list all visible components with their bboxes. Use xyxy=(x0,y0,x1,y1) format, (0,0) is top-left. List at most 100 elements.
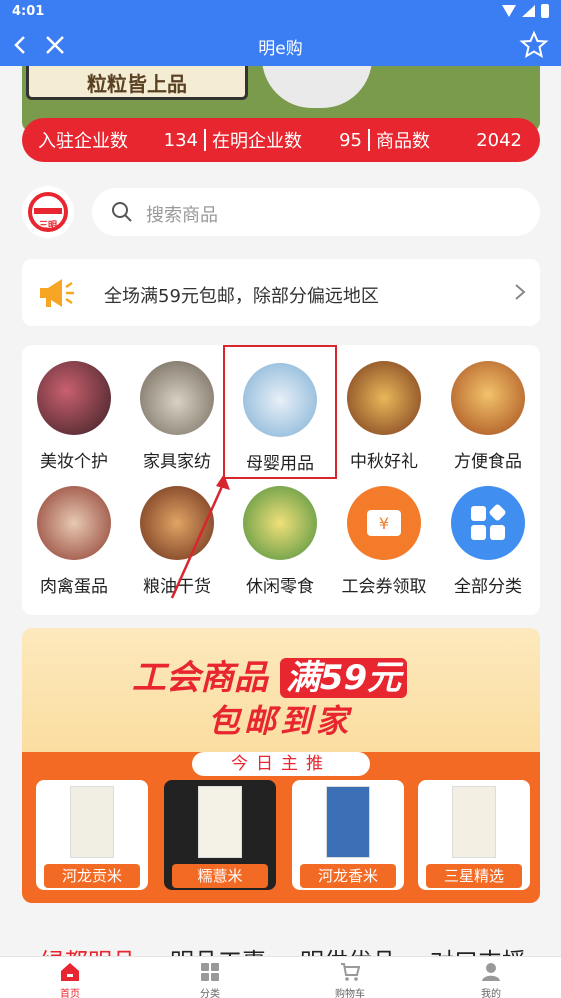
page-title: 明e购 xyxy=(258,39,303,59)
section-tab[interactable]: 明供优品 xyxy=(300,942,396,956)
status-icons xyxy=(502,4,549,18)
nav-category[interactable]: 分类 xyxy=(140,957,280,998)
nav-label: 购物车 xyxy=(335,989,365,998)
product-card[interactable]: 三星精选 xyxy=(418,780,530,890)
product-image xyxy=(452,786,496,858)
divider xyxy=(368,129,370,151)
category-image xyxy=(451,486,525,560)
bottom-nav: 首页 分类 购物车 我的 xyxy=(0,956,561,998)
battery-icon xyxy=(541,4,549,18)
category-beauty[interactable]: 美妆个护 xyxy=(22,345,126,472)
promo-banner[interactable]: 工会商品 满59元 包邮到家 今日主推 河龙贡米 糯薏米 河龙香米 三星精选 xyxy=(22,628,540,903)
search-placeholder: 搜索商品 xyxy=(146,205,218,226)
stat-local-enterprises: 在明企业数 95 xyxy=(212,127,362,153)
category-label: 美妆个护 xyxy=(40,452,108,472)
product-tag: 河龙香米 xyxy=(300,864,396,888)
grid-icon xyxy=(201,963,219,981)
nav-label: 首页 xyxy=(60,989,80,998)
stat-label: 入驻企业数 xyxy=(38,131,128,152)
category-all[interactable]: 全部分类 xyxy=(436,470,540,597)
coupon-icon: ¥ xyxy=(367,510,401,536)
stat-value: 134 xyxy=(163,129,198,151)
chevron-right-icon xyxy=(515,284,526,300)
home-icon xyxy=(61,963,79,981)
search-icon xyxy=(112,202,132,222)
nav-label: 分类 xyxy=(200,989,220,998)
category-label: 中秋好礼 xyxy=(350,452,418,472)
stat-products: 商品数 2042 xyxy=(376,127,524,153)
title-bar: 明e购 xyxy=(0,24,561,66)
nav-cart[interactable]: 购物车 xyxy=(280,957,420,998)
status-bar: 4:01 xyxy=(0,0,561,24)
stat-value: 95 xyxy=(339,129,362,151)
logo-bar xyxy=(34,208,62,214)
signal-icon xyxy=(522,5,535,17)
notice-bar[interactable]: 全场满59元包邮，除部分偏远地区 xyxy=(22,259,540,326)
promo-headline: 工会商品 满59元 xyxy=(132,650,408,699)
brand-logo[interactable]: 三明 xyxy=(22,186,74,238)
category-meat-eggs[interactable]: 肉禽蛋品 xyxy=(22,470,126,597)
nav-label: 我的 xyxy=(481,989,501,998)
banner-slogan: 粒粒皆上品 xyxy=(26,66,248,100)
stat-label: 商品数 xyxy=(376,131,430,152)
megaphone-icon xyxy=(40,279,74,307)
promo-today-label: 今日主推 xyxy=(192,752,370,776)
category-grain-oil[interactable]: 粮油干货 xyxy=(125,470,229,597)
stat-value: 2042 xyxy=(476,129,522,151)
user-icon xyxy=(482,963,500,981)
category-instant-food[interactable]: 方便食品 xyxy=(436,345,540,472)
notice-text: 全场满59元包邮，除部分偏远地区 xyxy=(104,286,379,307)
svg-text:¥: ¥ xyxy=(379,514,389,533)
category-image xyxy=(347,361,421,435)
category-image xyxy=(140,361,214,435)
section-tab[interactable]: 绿都明品 xyxy=(40,942,136,956)
category-home-textiles[interactable]: 家具家纺 xyxy=(125,345,229,472)
product-card[interactable]: 河龙贡米 xyxy=(36,780,148,890)
divider xyxy=(204,129,206,151)
product-image xyxy=(198,786,242,858)
nav-profile[interactable]: 我的 xyxy=(421,957,561,998)
promo-headline-prefix: 工会商品 xyxy=(132,658,268,698)
category-baby[interactable]: 母婴用品 xyxy=(223,345,337,479)
category-image xyxy=(243,363,317,437)
favorite-star-icon[interactable] xyxy=(519,30,549,60)
section-tabs: 绿都明品 明品工惠 明供优品 对口支援 xyxy=(0,942,561,956)
category-label: 粮油干货 xyxy=(143,577,211,597)
category-label: 休闲零食 xyxy=(246,577,314,597)
stat-enterprises: 入驻企业数 134 xyxy=(22,127,198,153)
category-label: 全部分类 xyxy=(454,577,522,597)
product-card[interactable]: 河龙香米 xyxy=(292,780,404,890)
category-image xyxy=(37,361,111,435)
product-card[interactable]: 糯薏米 xyxy=(164,780,276,890)
product-image xyxy=(326,786,370,858)
category-label: 方便食品 xyxy=(454,452,522,472)
all-categories-icon xyxy=(471,504,506,540)
category-union-coupon[interactable]: ¥ 工会券领取 xyxy=(332,470,436,597)
promo-subheadline: 包邮到家 xyxy=(208,702,353,740)
cart-icon xyxy=(341,963,360,981)
status-time: 4:01 xyxy=(12,4,45,19)
category-label: 工会券领取 xyxy=(341,577,427,597)
product-tag: 糯薏米 xyxy=(172,864,268,888)
nav-home[interactable]: 首页 xyxy=(0,957,140,998)
wifi-icon xyxy=(502,5,516,17)
promo-headline-boxed: 满59元 xyxy=(279,658,408,698)
product-tag: 河龙贡米 xyxy=(44,864,140,888)
category-image xyxy=(451,361,525,435)
product-image xyxy=(70,786,114,858)
category-label: 肉禽蛋品 xyxy=(40,577,108,597)
section-tab[interactable]: 明品工惠 xyxy=(170,942,266,956)
category-mid-autumn[interactable]: 中秋好礼 xyxy=(332,345,436,472)
search-input[interactable]: 搜索商品 xyxy=(92,188,540,236)
category-image xyxy=(140,486,214,560)
product-tag: 三星精选 xyxy=(426,864,522,888)
stat-label: 在明企业数 xyxy=(212,131,302,152)
section-tab[interactable]: 对口支援 xyxy=(430,942,526,956)
category-snacks[interactable]: 休闲零食 xyxy=(228,470,332,597)
category-grid: 美妆个护 家具家纺 母婴用品 中秋好礼 方便食品 肉禽蛋品 粮油干货 休闲零食 … xyxy=(22,345,540,615)
category-label: 家具家纺 xyxy=(143,452,211,472)
rice-bowl-image xyxy=(262,66,372,108)
category-image xyxy=(37,486,111,560)
category-image: ¥ xyxy=(347,486,421,560)
logo-text: 三明 xyxy=(38,221,57,231)
